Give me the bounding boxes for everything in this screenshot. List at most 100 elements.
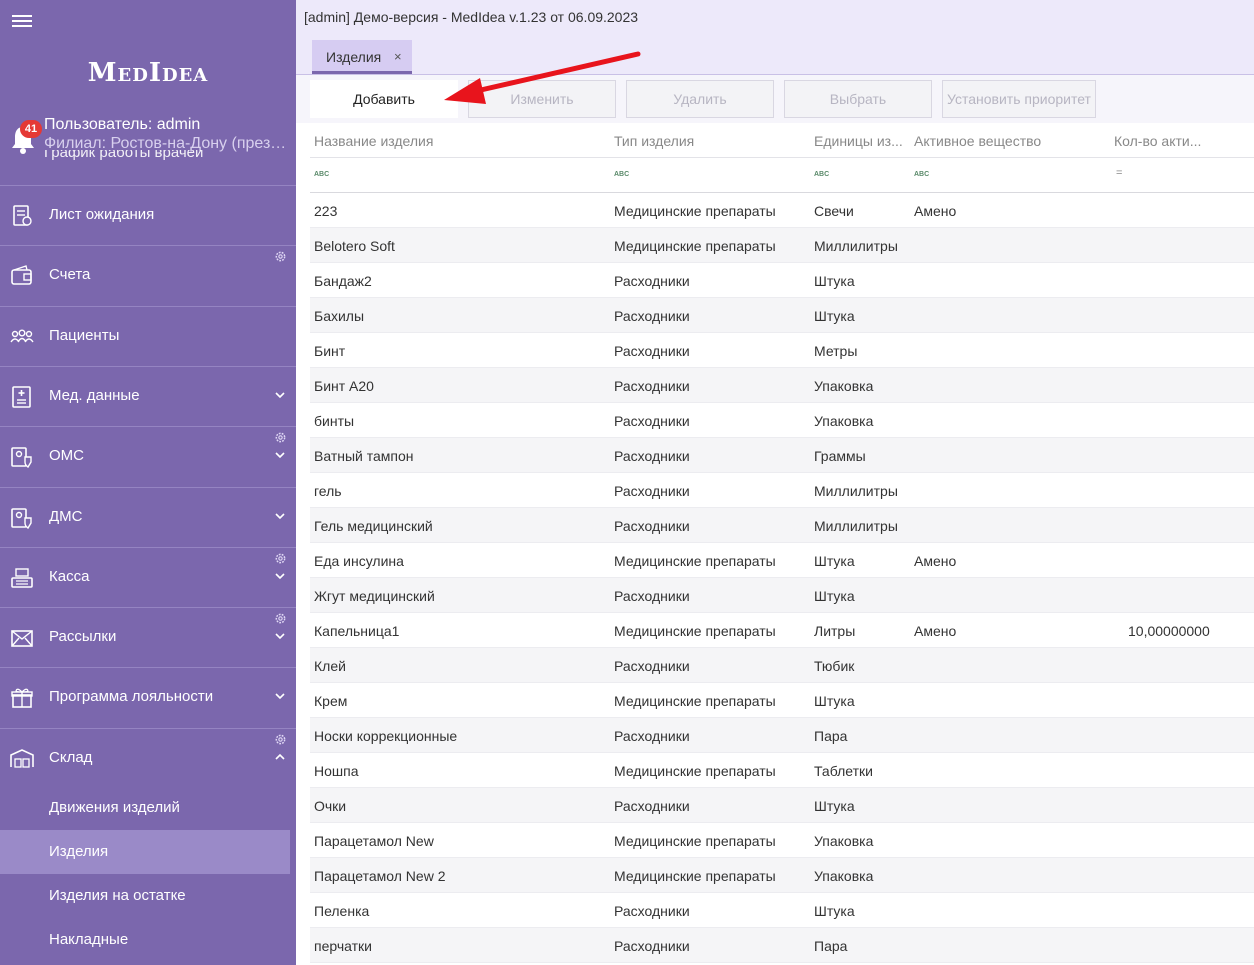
table-row[interactable]: Ношпа Медицинские препараты Таблетки (310, 753, 1254, 788)
sidebar-item-label: Касса (49, 567, 90, 585)
cell-units: Штука (814, 308, 855, 324)
gear-icon[interactable] (274, 431, 287, 444)
gear-icon[interactable] (274, 612, 287, 625)
table-row[interactable]: Капельница1 Медицинские препараты Литры Аме… (310, 613, 1254, 648)
table-row[interactable]: Бандаж2 Расходники Штука (310, 263, 1254, 298)
sidebar-item-3[interactable]: Пациенты (0, 305, 296, 366)
table-row[interactable]: Belotero Soft Медицинские препараты Миллил… (310, 228, 1254, 263)
filter-row: ABC ABC ABC ABC = (310, 158, 1254, 193)
hamburger-menu-icon[interactable] (12, 12, 32, 32)
sidebar-item-1[interactable]: Лист ожидания (0, 185, 296, 245)
warehouse-icon (10, 748, 34, 768)
cell-units: Тюбик (814, 658, 855, 674)
gear-icon[interactable] (274, 552, 287, 565)
sidebar-item-4[interactable]: Мед. данные (0, 365, 296, 426)
chevron-down-icon[interactable] (274, 690, 286, 702)
user-name: Пользователь: admin (44, 116, 201, 133)
sidebar-subitem-3[interactable]: Изделия на остатке (0, 874, 290, 918)
cell-name: Бинт А20 (314, 378, 374, 394)
cell-units: Штука (814, 903, 855, 919)
sidebar-item-label: Счета (49, 266, 91, 284)
table-row[interactable]: Бахилы Расходники Штука (310, 298, 1254, 333)
chevron-down-icon[interactable] (274, 449, 286, 461)
table-row[interactable]: Парацетамол New Медицинские препараты Упак… (310, 823, 1254, 858)
people-group-icon (10, 329, 34, 343)
tab-products[interactable]: Изделия × (312, 40, 412, 74)
cell-name: Парацетамол New 2 (314, 868, 446, 884)
cell-units: Метры (814, 343, 858, 359)
sidebar-subitem-4[interactable]: Накладные (0, 918, 290, 962)
chevron-down-icon[interactable] (274, 570, 286, 582)
sidebar-item-7[interactable]: Касса (0, 546, 296, 607)
column-header-active-substance[interactable]: Активное вещество (914, 133, 1109, 149)
sidebar-subitem-2[interactable]: Изделия (0, 830, 290, 874)
sidebar-item-5[interactable]: ОМС (0, 426, 296, 486)
sidebar-item-8[interactable]: Рассылки (0, 607, 296, 667)
table-row[interactable]: гель Расходники Миллилитры (310, 473, 1254, 508)
chevron-down-icon[interactable] (274, 510, 286, 522)
table-row[interactable]: Клей Расходники Тюбик (310, 648, 1254, 683)
table-row[interactable]: 223 Медицинские препараты Свечи Амено (310, 193, 1254, 228)
column-header-type[interactable]: Тип изделия (614, 133, 809, 149)
cell-type: Расходники (614, 728, 690, 744)
equals-filter-icon[interactable]: = (1116, 167, 1122, 179)
table-row[interactable]: Гель медицинский Расходники Миллилитры (310, 508, 1254, 543)
notification-badge: 41 (20, 120, 42, 138)
column-header-name[interactable]: Название изделия (314, 133, 604, 149)
table-row[interactable]: бинты Расходники Упаковка (310, 403, 1254, 438)
sidebar-subitem-label: Изделия (49, 843, 109, 860)
cell-units: Упаковка (814, 868, 874, 884)
sidebar-item-label: ДМС (49, 507, 83, 525)
column-header-units[interactable]: Единицы из... (814, 133, 906, 149)
text-filter-icon[interactable]: ABC (614, 171, 629, 178)
table-row[interactable]: Носки коррекционные Расходники Пара (310, 718, 1254, 753)
cell-type: Расходники (614, 518, 690, 534)
chevron-up-icon[interactable] (274, 751, 286, 763)
add-button[interactable]: Добавить (310, 80, 458, 118)
table-row[interactable]: Бинт Расходники Метры (310, 333, 1254, 368)
sidebar-item-9[interactable]: Программа лояльности (0, 667, 296, 727)
table-row[interactable]: Бинт А20 Расходники Упаковка (310, 368, 1254, 403)
cell-units: Таблетки (814, 763, 873, 779)
cell-name: гель (314, 483, 342, 499)
text-filter-icon[interactable]: ABC (914, 171, 929, 178)
sidebar-item-10[interactable]: Склад (0, 727, 296, 788)
table-row[interactable]: Очки Расходники Штука (310, 788, 1254, 823)
gift-icon (11, 689, 33, 709)
table-row[interactable]: Еда инсулина Медицинские препараты Штука Ам… (310, 543, 1254, 578)
table-row[interactable]: Жгут медицинский Расходники Штука (310, 578, 1254, 613)
medical-record-icon (12, 386, 31, 408)
envelope-icon (11, 630, 33, 647)
cell-type: Медицинские препараты (614, 203, 776, 219)
chevron-down-icon[interactable] (274, 630, 286, 642)
text-filter-icon[interactable]: ABC (814, 171, 829, 178)
chevron-down-icon[interactable] (274, 389, 286, 401)
set-priority-button[interactable]: Установить приоритет (942, 80, 1096, 118)
table-row[interactable]: Крем Медицинские препараты Штука (310, 683, 1254, 718)
cell-type: Медицинские препараты (614, 553, 776, 569)
sidebar-subitem-1[interactable]: Движения изделий (0, 786, 290, 830)
select-button[interactable]: Выбрать (784, 80, 932, 118)
table-row[interactable]: Пеленка Расходники Штука (310, 893, 1254, 928)
table-row[interactable]: Парацетамол New 2 Медицинские препараты Уп… (310, 858, 1254, 893)
sidebar-item-label: Лист ожидания (49, 206, 155, 223)
table-row[interactable]: перчатки Расходники Пара (310, 928, 1254, 963)
sidebar-item-6[interactable]: ДМС (0, 486, 296, 547)
tab-close-icon[interactable]: × (394, 49, 402, 64)
sidebar-item-schedule-partial[interactable]: График работы врачей (44, 150, 203, 160)
cell-name: Бандаж2 (314, 273, 372, 289)
column-header-quantity[interactable]: Кол-во акти... (1114, 133, 1249, 149)
table-row[interactable]: Ватный тампон Расходники Граммы (310, 438, 1254, 473)
cell-active-substance: Амено (914, 203, 957, 219)
gear-icon[interactable] (274, 250, 287, 263)
tab-label: Изделия (326, 49, 382, 65)
sidebar-item-label: Склад (49, 748, 93, 766)
cell-name: Пеленка (314, 903, 370, 919)
cell-name: Жгут медицинский (314, 588, 435, 604)
sidebar-item-2[interactable]: Счета (0, 245, 296, 305)
cell-type: Медицинские препараты (614, 238, 776, 254)
gear-icon[interactable] (274, 733, 287, 746)
cell-name: бинты (314, 413, 355, 429)
text-filter-icon[interactable]: ABC (314, 171, 329, 178)
cell-name: Ватный тампон (314, 448, 414, 464)
